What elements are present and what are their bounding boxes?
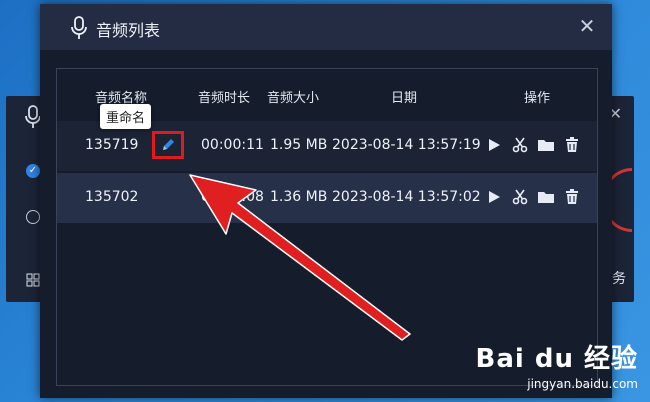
column-header-date: 日期 (391, 91, 418, 106)
watermark-url: jingyan.baidu.com (527, 377, 638, 391)
audio-duration: 00:00:08 (201, 189, 264, 205)
close-button[interactable]: ✕ (576, 15, 598, 37)
table-row[interactable]: 135702 00:00:08 1.36 MB 2023-08-14 13:57… (57, 173, 597, 223)
title-bar: 音频列表 ✕ (40, 4, 612, 50)
audio-size: 1.95 MB (270, 137, 328, 153)
trash-icon[interactable] (563, 188, 581, 206)
rename-button[interactable] (152, 131, 184, 159)
audio-date: 2023-08-14 13:57:02 (332, 189, 481, 205)
trash-icon[interactable] (563, 136, 581, 154)
audio-date: 2023-08-14 13:57:19 (332, 137, 481, 153)
play-icon[interactable] (485, 136, 503, 154)
row-actions (485, 136, 581, 154)
watermark: Bai du 经验 jingyan.baidu.com (476, 338, 639, 391)
watermark-logo: Bai du 经验 (475, 344, 638, 374)
audio-duration: 00:00:11 (201, 137, 264, 153)
radio-button[interactable] (26, 210, 40, 224)
folder-icon[interactable] (537, 188, 555, 206)
play-icon[interactable] (485, 188, 503, 206)
grid-icon[interactable] (26, 272, 40, 291)
folder-icon[interactable] (537, 136, 555, 154)
audio-size: 1.36 MB (270, 189, 328, 205)
checkbox-checked[interactable]: ✓ (26, 164, 40, 178)
row-actions (485, 188, 581, 206)
column-header-actions: 操作 (524, 91, 551, 106)
audio-name: 135702 (85, 189, 139, 205)
rename-tooltip: 重命名 (100, 104, 152, 129)
dialog-title: 音频列表 (96, 21, 161, 40)
column-header-size: 音频大小 (267, 91, 320, 106)
audio-name: 135719 (85, 137, 139, 153)
column-header-duration: 音频时长 (198, 91, 251, 106)
pencil-icon (163, 139, 174, 150)
scissors-icon[interactable] (511, 136, 529, 154)
scissors-icon[interactable] (511, 188, 529, 206)
background-label: 务 (612, 271, 626, 287)
microphone-icon (70, 16, 88, 44)
